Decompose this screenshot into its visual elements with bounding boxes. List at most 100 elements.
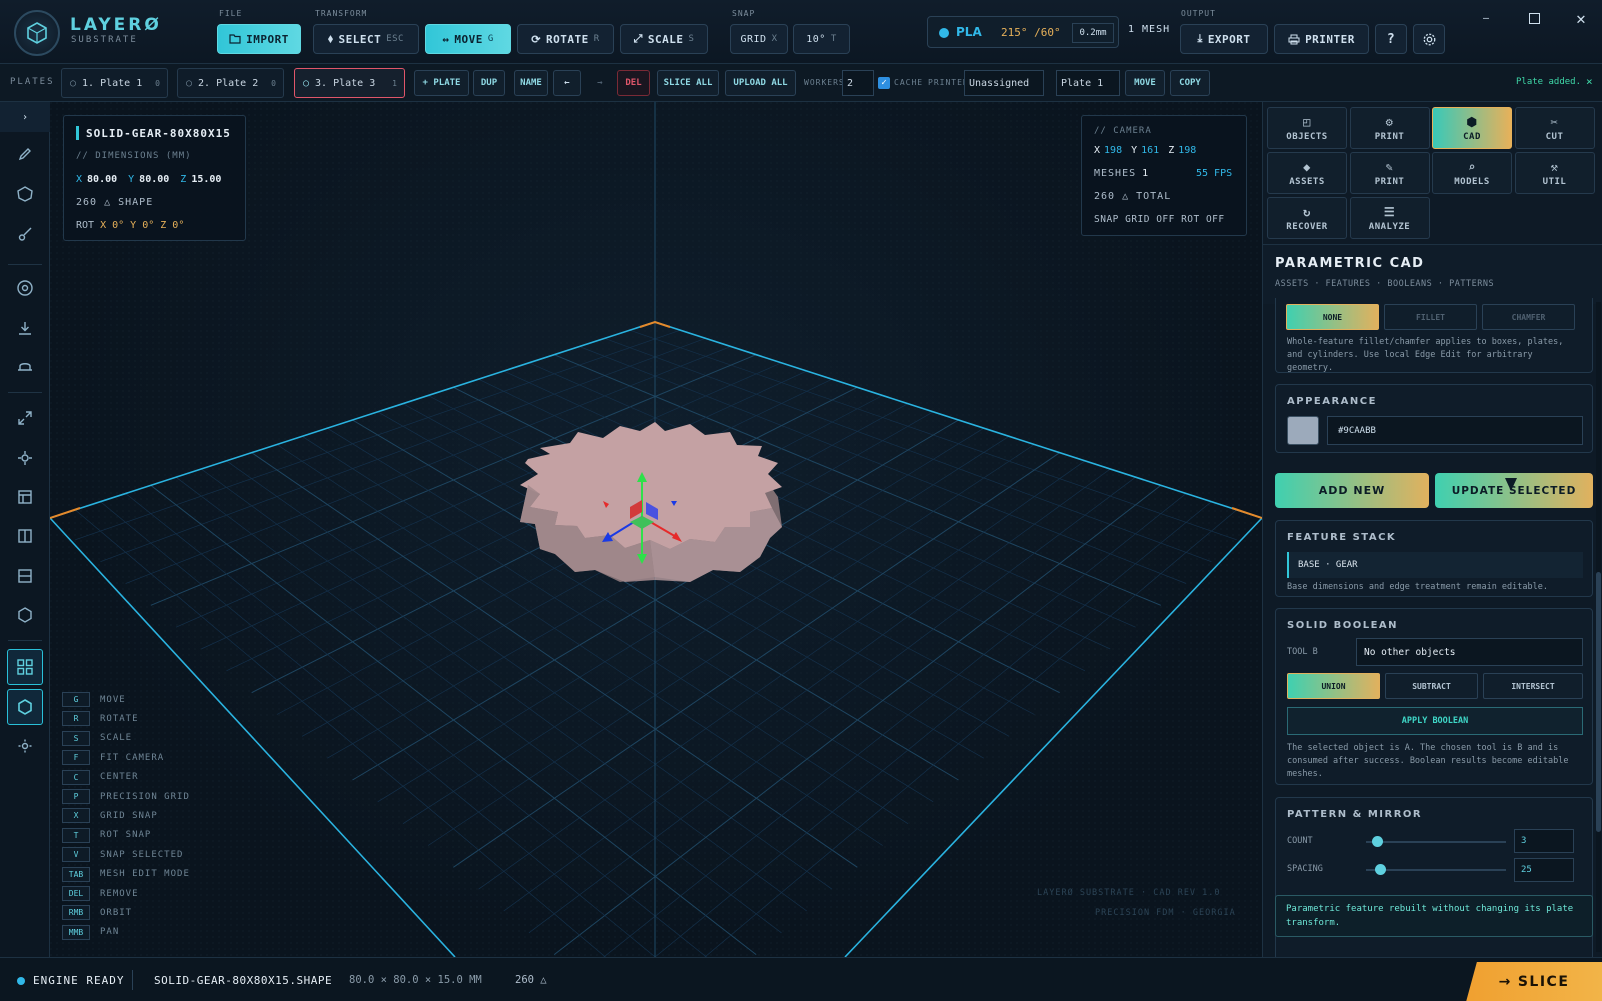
material-selector[interactable]: PLA 215° /60° 0.2mm bbox=[927, 16, 1119, 48]
panel-tab-label: CUT bbox=[1545, 131, 1564, 142]
rotation-row: ROT X 0° Y 0° Z 0° bbox=[76, 220, 184, 231]
shortcut-key: C bbox=[62, 769, 90, 785]
delete-plate-button[interactable]: DEL bbox=[617, 70, 650, 96]
count-slider[interactable] bbox=[1366, 841, 1506, 843]
grid-snap-button[interactable]: GRID X bbox=[730, 24, 788, 54]
add-plate-button[interactable]: + PLATE bbox=[414, 70, 469, 96]
panel-tab-assets[interactable]: ◆ ASSETS bbox=[1267, 152, 1347, 194]
panel-tab-print[interactable]: ✎ PRINT bbox=[1349, 152, 1430, 194]
table-icon[interactable] bbox=[9, 481, 41, 513]
minimize-window-icon[interactable]: — bbox=[1472, 8, 1500, 28]
rename-plate-button[interactable]: NAME bbox=[514, 70, 548, 96]
crosshair-icon[interactable] bbox=[9, 442, 41, 474]
plate-tab-label: 3. Plate 3 bbox=[315, 77, 376, 89]
dismiss-status-icon[interactable]: × bbox=[1586, 75, 1593, 88]
scissors-icon: ✂ bbox=[1550, 114, 1559, 129]
shortcut-row: S SCALE bbox=[62, 729, 132, 748]
spacing-slider[interactable] bbox=[1366, 869, 1506, 871]
shortcut-key: X bbox=[62, 808, 90, 824]
cache-checkbox[interactable]: ✓ bbox=[878, 77, 890, 89]
panel-tab-print[interactable]: ⚙ PRINT bbox=[1349, 107, 1430, 149]
count-slider-handle[interactable] bbox=[1372, 836, 1383, 847]
panel-tab-util[interactable]: ⚒ UTIL bbox=[1514, 152, 1595, 194]
rotate-tool-button[interactable]: ⟳ ROTATE R bbox=[517, 24, 614, 54]
prev-plate-button[interactable]: ← bbox=[553, 70, 581, 96]
tool-b-select[interactable]: No other objects bbox=[1356, 638, 1583, 666]
brush-icon[interactable] bbox=[9, 218, 41, 250]
intersect-option[interactable]: INTERSECT bbox=[1483, 673, 1583, 699]
download-icon[interactable] bbox=[9, 312, 41, 344]
horizontal-split-icon[interactable] bbox=[9, 560, 41, 592]
expand-icon[interactable] bbox=[9, 402, 41, 434]
split-view-icon[interactable] bbox=[9, 520, 41, 552]
panel-tab-cad[interactable]: ⬢ CAD bbox=[1432, 107, 1512, 149]
printer-select[interactable]: Unassigned bbox=[964, 70, 1044, 96]
panel-tab-analyze[interactable]: ☰ ANALYZE bbox=[1349, 197, 1430, 239]
plate-tab-1[interactable]: ○ 1. Plate 1 0 bbox=[61, 68, 168, 98]
edge-chamfer-option[interactable]: CHAMFER bbox=[1482, 304, 1575, 330]
grid-view-icon[interactable] bbox=[7, 649, 43, 685]
union-option[interactable]: UNION bbox=[1287, 673, 1380, 699]
scale-tool-button[interactable]: ⤢ SCALE S bbox=[620, 24, 708, 54]
slice-all-button[interactable]: SLICE ALL bbox=[657, 70, 719, 96]
workers-input[interactable]: 2 bbox=[842, 70, 874, 96]
rotation-label: ROT bbox=[76, 220, 95, 231]
printer-button[interactable]: PRINTER bbox=[1274, 24, 1369, 54]
upload-all-button[interactable]: UPLOAD ALL bbox=[725, 70, 796, 96]
settings-button[interactable] bbox=[1413, 24, 1445, 54]
panel-tab-recover[interactable]: ↻ RECOVER bbox=[1267, 197, 1347, 239]
subtract-option[interactable]: SUBTRACT bbox=[1385, 673, 1478, 699]
solid-hexagon-icon[interactable] bbox=[7, 689, 43, 725]
3d-viewport[interactable]: SOLID-GEAR-80X80X15 // DIMENSIONS (MM) X… bbox=[50, 102, 1262, 957]
spacing-input[interactable]: 25 bbox=[1514, 858, 1574, 882]
spacing-slider-handle[interactable] bbox=[1375, 864, 1386, 875]
edge-fillet-option[interactable]: FILLET bbox=[1384, 304, 1477, 330]
export-button[interactable]: ⤓ EXPORT bbox=[1180, 24, 1268, 54]
feature-item[interactable]: BASE · GEAR bbox=[1287, 552, 1583, 578]
collapse-toolbar-icon[interactable]: › bbox=[0, 102, 50, 132]
layer-height[interactable]: 0.2mm bbox=[1072, 23, 1114, 43]
target-plate-select[interactable]: Plate 1 bbox=[1056, 70, 1120, 96]
refresh-icon: ↻ bbox=[1303, 204, 1311, 219]
shortcut-label: PAN bbox=[100, 927, 120, 938]
sun-icon[interactable] bbox=[9, 730, 41, 762]
import-button[interactable]: IMPORT bbox=[217, 24, 301, 54]
help-button[interactable]: ? bbox=[1375, 24, 1407, 54]
edge-none-option[interactable]: NONE bbox=[1286, 304, 1379, 330]
cursor-icon: ⬧ bbox=[328, 32, 334, 45]
panel-scrollbar-thumb[interactable] bbox=[1596, 572, 1601, 832]
hexagon-icon[interactable] bbox=[9, 599, 41, 631]
apply-boolean-button[interactable]: APPLY BOOLEAN bbox=[1287, 707, 1583, 735]
target-icon[interactable] bbox=[9, 272, 41, 304]
polyhedron-icon[interactable] bbox=[9, 178, 41, 210]
plate-tab-3[interactable]: ○ 3. Plate 3 1 bbox=[294, 68, 405, 98]
move-tool-button[interactable]: ↔ MOVE G bbox=[425, 24, 511, 54]
next-plate-button[interactable]: → bbox=[586, 70, 614, 96]
move-to-plate-button[interactable]: MOVE bbox=[1125, 70, 1165, 96]
slice-button[interactable]: → SLICE bbox=[1466, 962, 1602, 1001]
plate-tab-2[interactable]: ○ 2. Plate 2 0 bbox=[177, 68, 284, 98]
shortcut-label: SCALE bbox=[100, 733, 133, 744]
panel-tab-label: OBJECTS bbox=[1286, 131, 1328, 142]
shortcut-label: MESH EDIT MODE bbox=[100, 869, 190, 880]
close-window-icon[interactable]: ✕ bbox=[1567, 6, 1595, 30]
app-logo-icon bbox=[14, 10, 60, 56]
camera-y: 161 bbox=[1141, 145, 1160, 156]
panel-tab-models[interactable]: ⌕ MODELS bbox=[1432, 152, 1512, 194]
bed-icon[interactable] bbox=[9, 350, 41, 382]
color-hex-input[interactable]: #9CAABB bbox=[1327, 416, 1583, 445]
rot-snap-button[interactable]: 10° T bbox=[793, 24, 850, 54]
add-new-button[interactable]: ADD NEW bbox=[1275, 473, 1429, 508]
count-input[interactable]: 3 bbox=[1514, 829, 1574, 853]
copy-to-plate-button[interactable]: COPY bbox=[1170, 70, 1210, 96]
color-swatch[interactable] bbox=[1287, 416, 1319, 445]
panel-tab-cut[interactable]: ✂ CUT bbox=[1514, 107, 1595, 149]
panel-tab-objects[interactable]: ◰ OBJECTS bbox=[1267, 107, 1347, 149]
select-tool-button[interactable]: ⬧ SELECT ESC bbox=[313, 24, 419, 54]
toast-message: Parametric feature rebuilt without chang… bbox=[1275, 895, 1593, 937]
pencil-icon[interactable] bbox=[9, 138, 41, 170]
duplicate-plate-button[interactable]: DUP bbox=[473, 70, 505, 96]
maximize-window-icon[interactable] bbox=[1520, 8, 1548, 28]
cache-label: CACHE bbox=[894, 78, 924, 87]
shortcut-row: V SNAP SELECTED bbox=[62, 845, 183, 864]
